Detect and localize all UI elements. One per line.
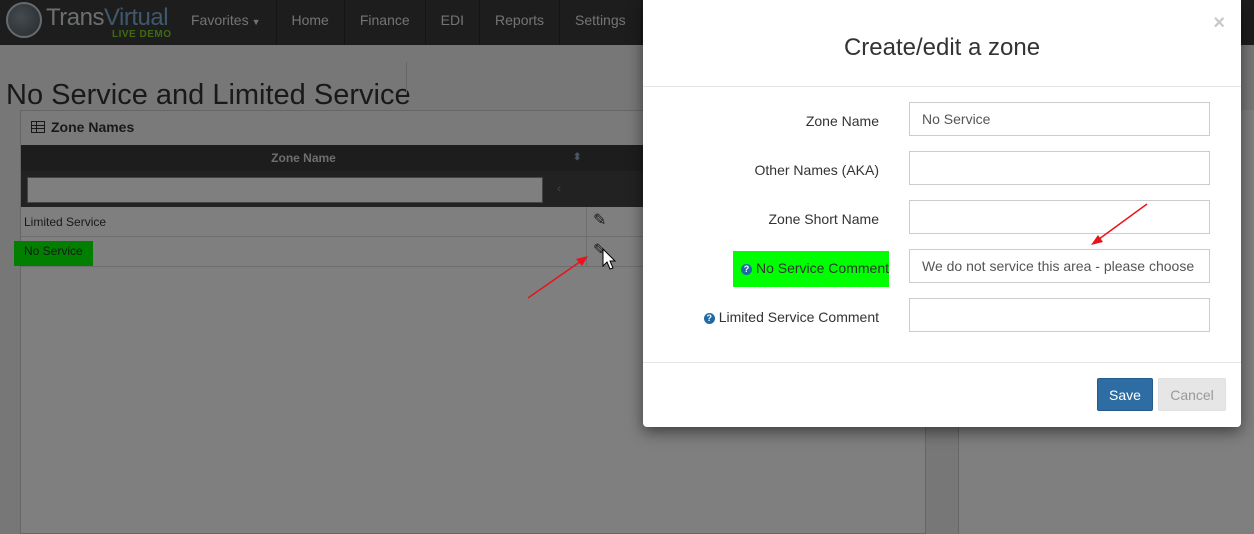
- zone-short-name-input[interactable]: [909, 200, 1210, 234]
- limited-service-comment-label: ? Limited Service Comment: [703, 309, 879, 325]
- save-button[interactable]: Save: [1097, 378, 1153, 411]
- other-names-label: Other Names (AKA): [754, 162, 879, 178]
- close-icon[interactable]: ×: [1213, 12, 1225, 35]
- zone-name-input[interactable]: [909, 102, 1210, 136]
- no-service-comment-input[interactable]: [909, 249, 1210, 283]
- modal-footer-divider: [643, 362, 1241, 363]
- help-icon[interactable]: ?: [740, 264, 752, 275]
- other-names-input[interactable]: [909, 151, 1210, 185]
- modal-header-divider: [643, 86, 1241, 87]
- zone-name-label: Zone Name: [805, 113, 879, 129]
- zone-short-name-label: Zone Short Name: [768, 211, 880, 227]
- modal-title: Create/edit a zone: [843, 34, 1041, 61]
- annotation-arrow: [1091, 203, 1148, 245]
- no-service-comment-label: ? No Service Comment: [740, 260, 889, 276]
- limited-service-comment-input[interactable]: [909, 298, 1210, 332]
- mouse-cursor-icon: [602, 248, 617, 270]
- cancel-button[interactable]: Cancel: [1158, 378, 1226, 411]
- annotation-arrow: [527, 256, 588, 299]
- help-icon[interactable]: ?: [703, 313, 715, 324]
- create-edit-zone-modal: × Create/edit a zone Zone Name Other Nam…: [643, 0, 1241, 427]
